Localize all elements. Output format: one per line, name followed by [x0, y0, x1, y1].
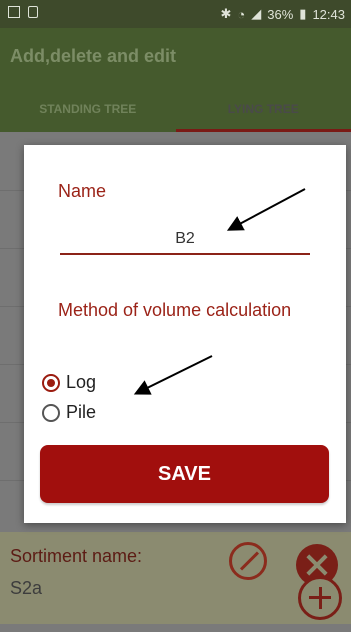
radio-pile-label: Pile [66, 402, 97, 422]
clock: 12:43 [312, 6, 345, 22]
battery-level: 36% [267, 6, 294, 22]
name-label: Name [58, 181, 107, 201]
battery-icon: ▮ [299, 6, 307, 21]
edit-dialog: Name Method of volume calculation Log Pi… [24, 145, 346, 523]
wifi-icon: ◔ [237, 6, 246, 22]
add-icon[interactable] [298, 576, 342, 620]
radio-checked-icon[interactable] [42, 373, 60, 392]
notification-icon [28, 6, 38, 18]
signal-icon: ◢ [251, 6, 262, 21]
edit-icon[interactable] [229, 542, 267, 580]
tab-lying-tree[interactable]: LYING TREE [175, 86, 351, 132]
name-input[interactable] [60, 225, 310, 255]
screenshot-icon [8, 6, 20, 18]
status-bar: ✱ ◔ ◢ 36% ▮ 12:43 [0, 0, 351, 28]
app-title: Add,delete and edit [10, 46, 177, 66]
radio-unchecked-icon[interactable] [42, 403, 60, 422]
tab-bar: STANDING TREE LYING TREE [0, 86, 351, 132]
bluetooth-icon: ✱ [220, 6, 232, 21]
tab-standing-tree[interactable]: STANDING TREE [0, 86, 176, 132]
sortiment-label: Sortiment name: [10, 546, 143, 566]
sortiment-value: S2a [10, 578, 43, 598]
screen: ✱ ◔ ◢ 36% ▮ 12:43 Add,delete and edit ST… [0, 0, 351, 632]
save-button[interactable]: SAVE [40, 445, 329, 503]
radio-log-label: Log [66, 372, 97, 392]
radio-log[interactable]: Log [42, 372, 96, 393]
radio-pile[interactable]: Pile [42, 402, 96, 423]
method-label: Method of volume calculation [58, 300, 292, 320]
app-bar: Add,delete and edit [0, 28, 351, 86]
list-item: Sortiment name: S2a [0, 532, 351, 624]
